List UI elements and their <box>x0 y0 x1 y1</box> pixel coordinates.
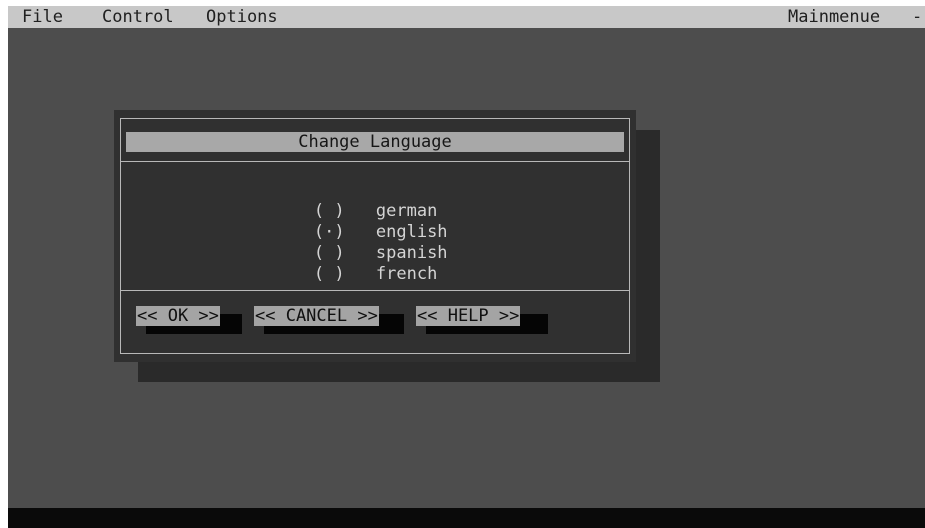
ok-button[interactable]: << OK >> <box>136 306 220 326</box>
option-label-english: english <box>375 222 448 242</box>
radio-english[interactable]: (·) <box>314 222 376 243</box>
menu-dash: - <box>912 7 923 27</box>
cancel-button[interactable]: << CANCEL >> <box>254 306 379 326</box>
title-separator <box>121 161 629 162</box>
ok-button-wrap: << OK >> <box>136 306 242 334</box>
radio-french[interactable]: ( ) <box>314 264 376 285</box>
radio-spanish[interactable]: ( ) <box>314 243 376 264</box>
option-label-german: german <box>375 201 438 221</box>
help-button-wrap: << HELP >> <box>416 306 548 334</box>
help-button[interactable]: << HELP >> <box>416 306 521 326</box>
radio-german[interactable]: ( ) <box>314 201 376 222</box>
option-german[interactable]: ( ) german <box>232 180 448 221</box>
option-label-spanish: spanish <box>375 243 448 263</box>
option-label-french: french <box>375 264 438 284</box>
cancel-button-wrap: << CANCEL >> <box>254 306 404 334</box>
menu-bar: File Control Options Mainmenue - <box>8 6 925 28</box>
dialog-title: Change Language <box>126 132 624 152</box>
language-options: ( ) german (·) english ( ) spanish ( ) frenc… <box>232 180 448 284</box>
menu-mainmenue[interactable]: Mainmenue <box>788 6 880 28</box>
status-bar <box>8 508 925 528</box>
menu-file[interactable]: File <box>22 6 63 28</box>
change-language-dialog: Change Language ( ) german (·) english ( )… <box>114 110 636 362</box>
button-separator <box>121 290 629 291</box>
menu-control[interactable]: Control <box>102 6 174 28</box>
screen: File Control Options Mainmenue - Change … <box>8 6 925 528</box>
menu-options[interactable]: Options <box>206 6 278 28</box>
